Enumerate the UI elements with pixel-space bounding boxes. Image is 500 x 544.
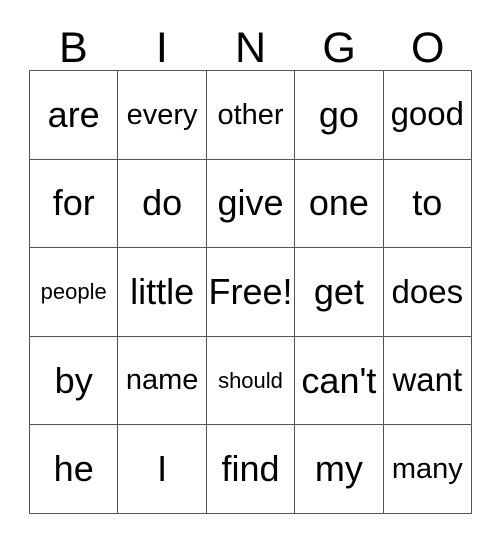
bingo-cell-word: name (125, 364, 199, 397)
bingo-cell[interactable]: Free! (206, 248, 296, 337)
bingo-cell-word: one (308, 182, 369, 224)
bingo-cell[interactable]: can't (295, 336, 384, 426)
bingo-cell[interactable]: find (206, 425, 296, 514)
bingo-cell-word: Free! (208, 271, 293, 313)
bingo-cell[interactable]: to (383, 159, 472, 249)
bingo-cell-word: my (314, 448, 363, 490)
bingo-cell[interactable]: he (30, 425, 119, 514)
bingo-cell[interactable]: are (30, 71, 119, 160)
bingo-card: B I N G O are every other go good for do give on… (0, 0, 500, 544)
bingo-cell-word: to (412, 182, 443, 224)
bingo-header-letter-n: N (234, 24, 267, 72)
bingo-cell-word: by (54, 359, 93, 401)
bingo-cell-word: for (52, 182, 95, 224)
bingo-cell-word: should (218, 368, 283, 394)
bingo-cell-word: good (390, 95, 464, 133)
bingo-cell[interactable]: name (118, 336, 207, 426)
bingo-cell[interactable]: should (206, 336, 296, 426)
bingo-cell-word: want (392, 361, 463, 399)
bingo-cell[interactable]: I (118, 425, 207, 514)
bingo-cell-word: can't (301, 359, 377, 401)
bingo-cell-word: people (40, 279, 107, 305)
bingo-cell-word: do (142, 182, 183, 224)
bingo-cell-word: find (221, 448, 280, 490)
bingo-header-letter-i: I (155, 24, 168, 72)
bingo-header-letter-b: B (58, 24, 88, 72)
bingo-cell[interactable]: get (295, 248, 384, 337)
bingo-cell[interactable]: want (383, 336, 472, 426)
bingo-cell[interactable]: good (383, 71, 472, 160)
bingo-cell-word: many (391, 452, 463, 485)
bingo-cell[interactable]: every (118, 71, 207, 160)
bingo-cell[interactable]: people (30, 248, 119, 337)
bingo-cell[interactable]: give (206, 159, 296, 249)
bingo-cell-word: he (53, 448, 94, 490)
bingo-cell-word: little (130, 271, 195, 313)
bingo-cell-word: I (157, 448, 168, 490)
bingo-cell-word: get (313, 271, 364, 313)
bingo-header-letters: B I N G O (29, 22, 472, 70)
bingo-cell[interactable]: by (30, 336, 119, 426)
bingo-cell-word: does (391, 272, 464, 310)
bingo-grid: are every other go good for do give one to people l… (29, 70, 472, 514)
bingo-cell[interactable]: many (383, 425, 472, 514)
bingo-cell-word: other (217, 98, 284, 131)
bingo-cell[interactable]: does (383, 248, 472, 337)
bingo-cell[interactable]: other (206, 71, 296, 160)
bingo-cell-word: are (47, 93, 100, 135)
bingo-cell[interactable]: one (295, 159, 384, 249)
bingo-cell-word: give (217, 182, 284, 224)
bingo-cell[interactable]: do (118, 159, 207, 249)
bingo-cell-word: go (318, 93, 359, 135)
bingo-cell[interactable]: go (295, 71, 384, 160)
bingo-cell[interactable]: for (30, 159, 119, 249)
bingo-cell[interactable]: little (118, 248, 207, 337)
bingo-cell[interactable]: my (295, 425, 384, 514)
bingo-header-letter-o: O (410, 24, 445, 72)
bingo-cell-word: every (126, 98, 198, 131)
bingo-header-letter-g: G (322, 24, 356, 72)
